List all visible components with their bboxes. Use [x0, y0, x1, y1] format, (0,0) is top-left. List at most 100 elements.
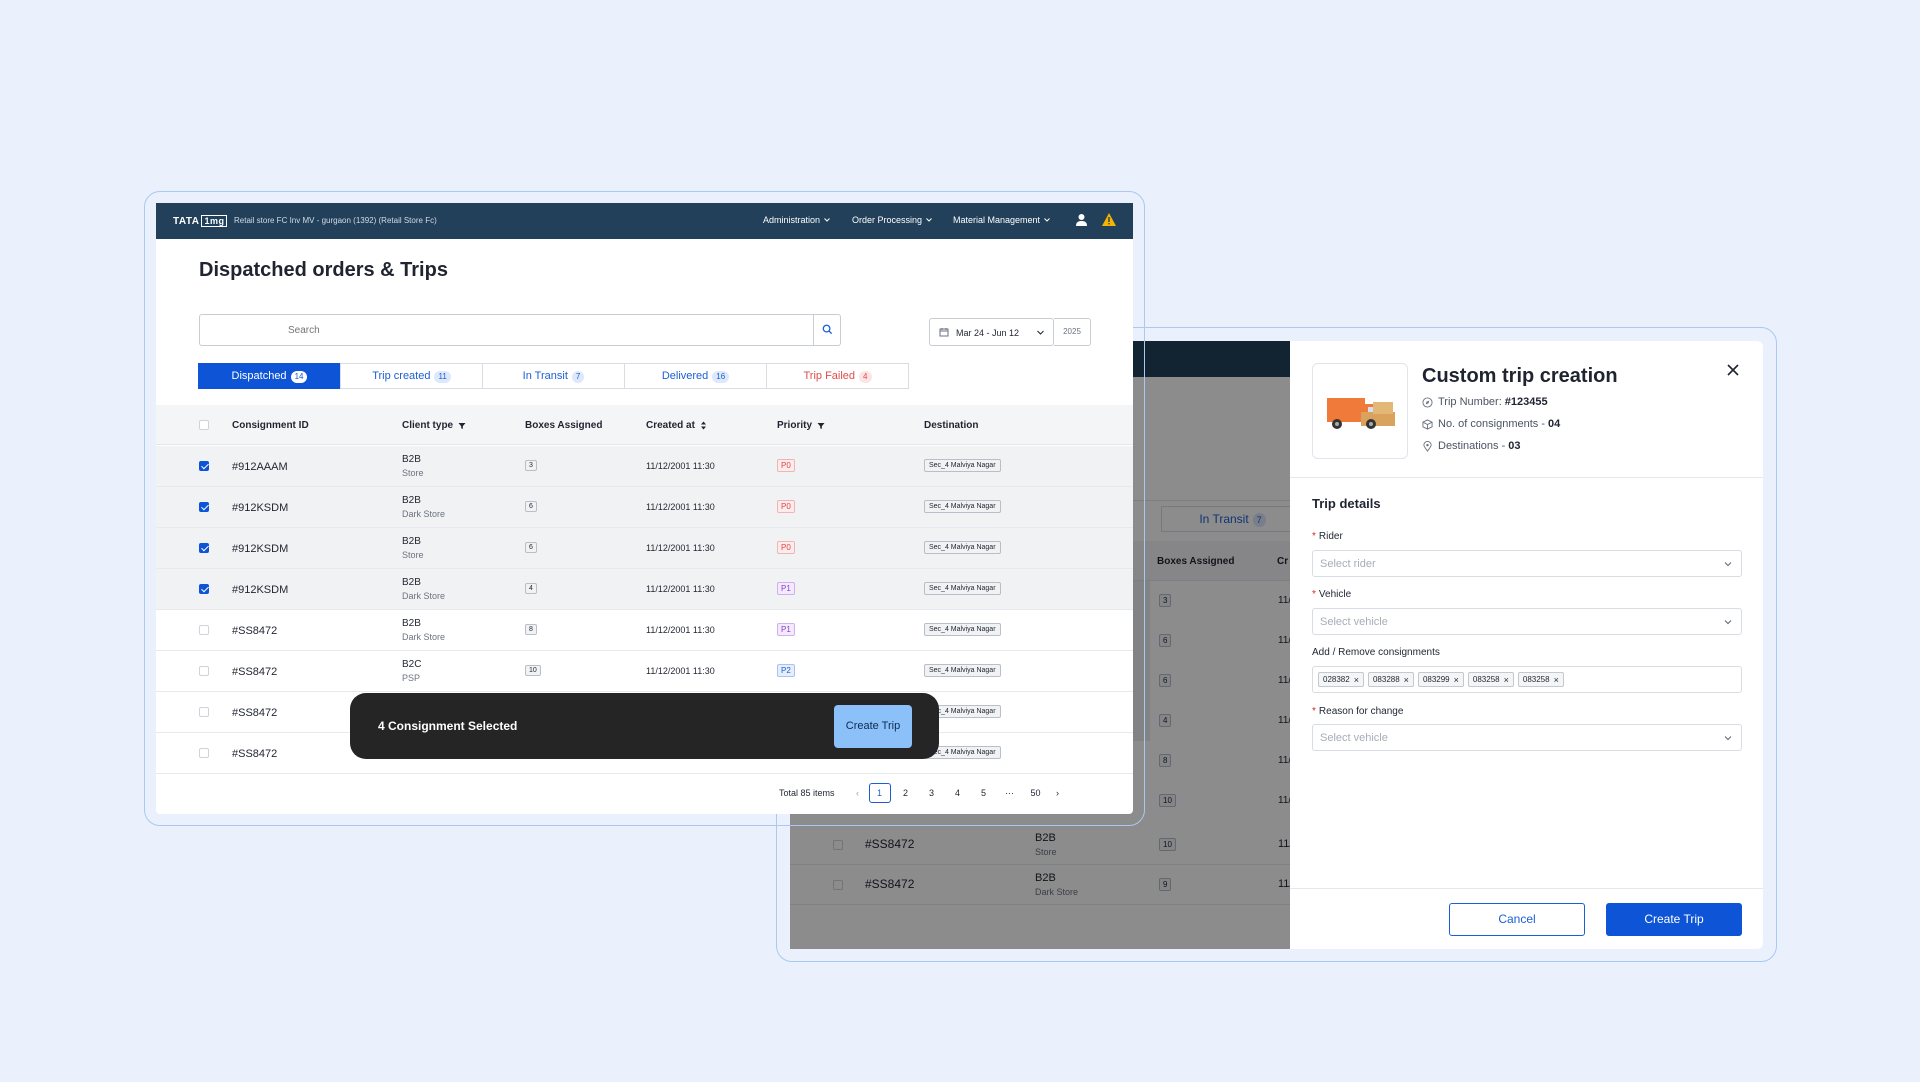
tab-dispatched[interactable]: Dispatched 14: [198, 363, 341, 389]
row-checkbox[interactable]: [199, 625, 209, 635]
remove-chip-icon[interactable]: ×: [1354, 675, 1359, 684]
search-button[interactable]: [813, 315, 840, 345]
row-checkbox[interactable]: [199, 543, 209, 553]
row-checkbox[interactable]: [199, 666, 209, 676]
nav-order-processing[interactable]: Order Processing: [852, 215, 933, 225]
client-type: B2B Dark Store: [402, 577, 446, 601]
consignment-count: No. of consignments -04: [1422, 418, 1560, 430]
col-priority[interactable]: Priority: [777, 420, 825, 431]
nav-administration[interactable]: Administration: [763, 215, 831, 225]
page-3[interactable]: 3: [921, 783, 943, 803]
reason-select[interactable]: Select vehicle: [1312, 724, 1742, 751]
chevron-down-icon: [824, 218, 830, 222]
vehicle-select[interactable]: Select vehicle: [1312, 608, 1742, 635]
table-row[interactable]: #912KSDM B2B Store 6 11/12/2001 11:30 P0 Sec_4…: [156, 528, 1133, 569]
client-type: B2B Store: [402, 536, 424, 560]
col-created-at[interactable]: Created at: [646, 420, 707, 431]
brand-logo[interactable]: TATA 1mg: [173, 215, 228, 227]
row-checkbox[interactable]: [199, 748, 209, 758]
col-destination: Destination: [924, 420, 979, 431]
page-2[interactable]: 2: [895, 783, 917, 803]
destination-tag: Sec_4 Malviya Nagar: [924, 541, 1001, 554]
top-navbar: TATA 1mg Retail store FC Inv MV - gurgaon…: [156, 203, 1133, 239]
created-at: 11/12/2001 11:30: [646, 461, 715, 471]
tab-trip-failed[interactable]: Trip Failed 4: [766, 363, 909, 389]
vehicle-label: * Vehicle: [1312, 589, 1352, 600]
consignment-tags-input[interactable]: 028382 × 083288 × 083299 × 083258 × 083258 ×: [1312, 666, 1742, 693]
toast-create-trip-button[interactable]: Create Trip: [834, 705, 912, 748]
close-icon[interactable]: [1724, 361, 1742, 379]
trip-number: Trip Number: #123455: [1422, 396, 1548, 408]
priority-badge: P1: [777, 582, 795, 595]
tab-trip-created[interactable]: Trip created 11: [340, 363, 483, 389]
page-4[interactable]: 4: [947, 783, 969, 803]
chevron-down-icon: [1724, 562, 1732, 567]
table-row[interactable]: #912AAAM B2B Store 3 11/12/2001 11:30 P0 Sec_4…: [156, 446, 1133, 487]
destination-tag: Sec_4 Malviya Nagar: [924, 623, 1001, 636]
client-type: B2B Dark Store: [402, 495, 446, 519]
warning-icon[interactable]: [1101, 212, 1117, 227]
priority-badge: P2: [777, 664, 795, 677]
page-5[interactable]: 5: [973, 783, 995, 803]
boxes-badge: 3: [525, 460, 537, 471]
tab-delivered[interactable]: Delivered 16: [624, 363, 767, 389]
table-row[interactable]: #SS8472 B2B Dark Store 8 11/12/2001 11:30 P1 S…: [156, 610, 1133, 651]
consignment-id: #SS8472: [232, 625, 278, 637]
remove-chip-icon[interactable]: ×: [1404, 675, 1409, 684]
consignment-id: #SS8472: [232, 748, 278, 760]
table-row[interactable]: #SS8472 B2C PSP 10 11/12/2001 11:30 P2 Sec_4 M…: [156, 651, 1133, 692]
create-trip-button[interactable]: Create Trip: [1606, 903, 1742, 936]
page-last[interactable]: 50: [1025, 783, 1047, 803]
box-icon: [1422, 418, 1433, 430]
consignment-id: #912KSDM: [232, 584, 289, 596]
consignments-label: Add / Remove consignments: [1312, 647, 1440, 658]
selection-count: 4 Consignment Selected: [378, 719, 518, 733]
remove-chip-icon[interactable]: ×: [1504, 675, 1509, 684]
year-select[interactable]: 2025: [1054, 318, 1091, 346]
tab-count-badge: 14: [290, 371, 308, 383]
consignment-id: #912KSDM: [232, 543, 289, 555]
prev-page-icon[interactable]: ‹: [849, 788, 867, 798]
tab-in-transit[interactable]: In Transit 7: [482, 363, 625, 389]
priority-badge: P0: [777, 459, 795, 472]
row-checkbox[interactable]: [199, 584, 209, 594]
destination-tag: Sec_4 Malviya Nagar: [924, 459, 1001, 472]
compass-icon: [1422, 396, 1433, 408]
search-input[interactable]: [200, 315, 810, 345]
store-label: Retail store FC Inv MV - gurgaon (1392) …: [234, 216, 437, 225]
select-all-checkbox[interactable]: [199, 420, 209, 430]
boxes-badge: 4: [525, 583, 537, 594]
table-row[interactable]: #912KSDM B2B Dark Store 4 11/12/2001 11:30 P1…: [156, 569, 1133, 610]
chevron-down-icon: [1037, 330, 1044, 335]
table-row[interactable]: #912KSDM B2B Dark Store 6 11/12/2001 11:30 P0…: [156, 487, 1133, 528]
remove-chip-icon[interactable]: ×: [1454, 675, 1459, 684]
remove-chip-icon[interactable]: ×: [1554, 675, 1559, 684]
drawer-title: Custom trip creation: [1422, 365, 1618, 387]
consignment-id: #SS8472: [232, 707, 278, 719]
row-checkbox[interactable]: [199, 502, 209, 512]
row-checkbox[interactable]: [199, 707, 209, 717]
next-page-icon[interactable]: ›: [1049, 788, 1067, 798]
priority-badge: P0: [777, 500, 795, 513]
priority-badge: P1: [777, 623, 795, 636]
boxes-badge: 6: [525, 542, 537, 553]
col-client-type[interactable]: Client type: [402, 420, 466, 431]
created-at: 11/12/2001 11:30: [646, 584, 715, 594]
page-1[interactable]: 1: [868, 783, 891, 803]
user-icon[interactable]: [1075, 213, 1088, 227]
cancel-button[interactable]: Cancel: [1449, 903, 1585, 936]
filter-icon[interactable]: [817, 422, 825, 430]
filter-icon[interactable]: [458, 422, 466, 430]
chevron-down-icon: [1724, 620, 1732, 625]
sort-icon[interactable]: [700, 421, 707, 430]
nav-material-management[interactable]: Material Management: [953, 215, 1051, 225]
row-checkbox[interactable]: [199, 461, 209, 471]
consignment-id: #912KSDM: [232, 502, 289, 514]
selection-toast: 4 Consignment Selected Create Trip: [350, 693, 939, 759]
date-range-picker[interactable]: Mar 24 - Jun 12: [929, 318, 1054, 346]
consignment-chip: 083258 ×: [1467, 672, 1514, 687]
rider-select[interactable]: Select rider: [1312, 550, 1742, 577]
consignment-chip: 083299 ×: [1417, 672, 1464, 687]
page-ellipsis[interactable]: ···: [999, 783, 1021, 803]
chevron-down-icon: [1044, 218, 1050, 222]
